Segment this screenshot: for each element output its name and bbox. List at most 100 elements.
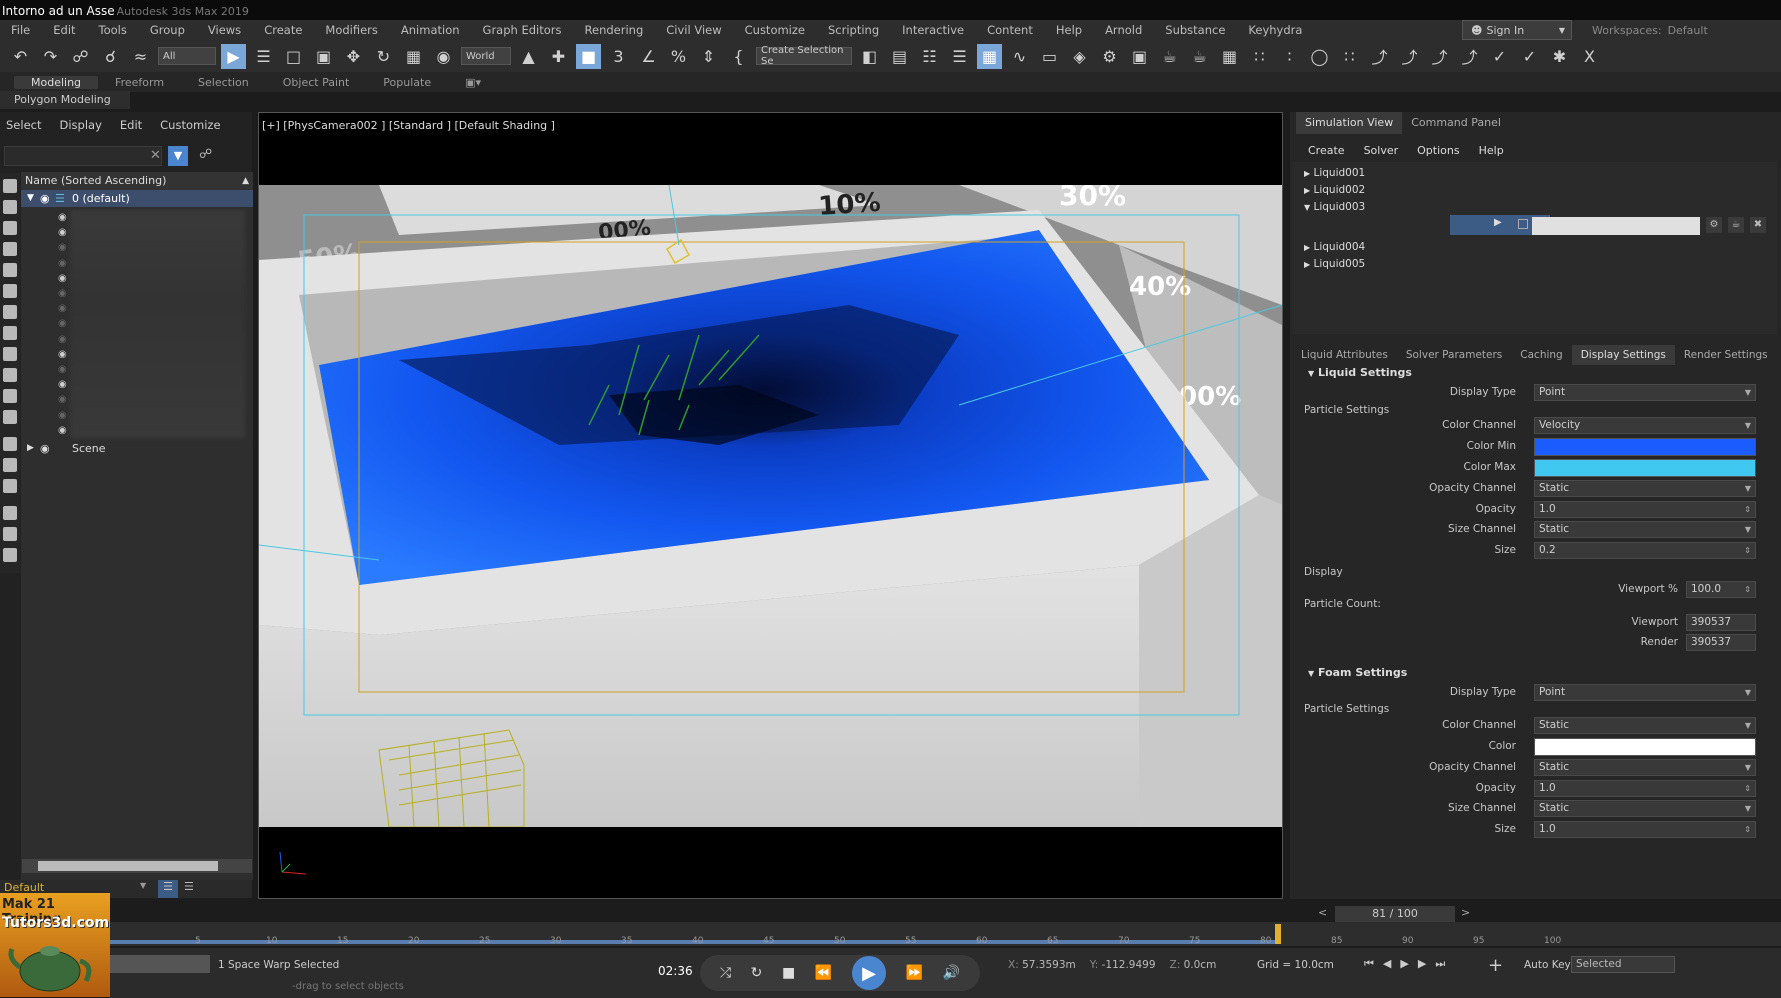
link-icon[interactable]: ☍ [68, 44, 93, 69]
layer-explorer-icon[interactable]: ☷ [917, 44, 942, 69]
clear-cache-icon[interactable]: ✖ [1750, 217, 1766, 233]
x-coord[interactable]: X: 57.3593m [1008, 959, 1076, 971]
expand-arrow-icon[interactable]: ▶ [1304, 186, 1310, 195]
continue-solve-icon[interactable]: ☕ [1728, 217, 1744, 233]
play-button[interactable]: ▶ [851, 956, 886, 990]
xrefs-filter-icon[interactable] [3, 326, 17, 340]
loop-icon[interactable]: ↻ [751, 965, 763, 981]
filter-icon[interactable]: ▼ [168, 146, 188, 166]
anim-play-icon[interactable]: ▶ [1400, 957, 1408, 971]
align-icon[interactable]: ▤ [887, 44, 912, 69]
containers-filter-icon[interactable] [3, 368, 17, 382]
spinner-snap-icon[interactable]: ⇕ [696, 44, 721, 69]
menu-customize[interactable]: Customize [734, 23, 817, 37]
foam-color-swatch[interactable] [1534, 738, 1756, 756]
sim-menu-help[interactable]: Help [1471, 144, 1515, 157]
visibility-eye-icon[interactable]: ◉ [58, 377, 70, 392]
add-key-icon[interactable]: + [1488, 955, 1503, 976]
rotate-icon[interactable]: ↻ [371, 44, 396, 69]
constraint-icon[interactable]: ✓ [1487, 44, 1512, 69]
viewport-scene[interactable]: 50% 10% 00% 30% 40% 00% [259, 185, 1282, 827]
foam-settings-rollout[interactable]: ▼ Foam Settings [1308, 666, 1407, 679]
z-coord[interactable]: Z: 0.0cm [1170, 959, 1217, 971]
spinner-arrows-icon[interactable]: ⇕ [1744, 781, 1751, 796]
tab-caching[interactable]: Caching [1511, 345, 1571, 365]
scene-explorer-icon[interactable]: ▦ [977, 43, 1002, 69]
tab-populate[interactable]: Populate [366, 76, 448, 89]
collapse-arrow-icon[interactable]: ▼ [1304, 203, 1310, 212]
grid-icon[interactable]: ∷ [1247, 44, 1272, 69]
tab-liquid-attributes[interactable]: Liquid Attributes [1292, 345, 1397, 365]
foam-opacity-spinner[interactable]: 1.0 ⇕ [1534, 780, 1756, 797]
visibility-eye-icon[interactable]: ◉ [58, 392, 70, 407]
liquid-opacity-channel-dropdown[interactable]: Static ▼ [1534, 480, 1756, 497]
polygon-modeling-panel[interactable]: Polygon Modeling [0, 91, 130, 109]
tab-solver-parameters[interactable]: Solver Parameters [1397, 345, 1511, 365]
visibility-eye-icon[interactable]: ◉ [40, 440, 50, 457]
angle-snap-icon[interactable]: ∠ [636, 44, 661, 69]
spinner-arrows-icon[interactable]: ⇕ [1744, 822, 1751, 837]
rendered-frame-window-icon[interactable]: ▣ [1127, 44, 1152, 69]
visibility-eye-icon[interactable]: ◉ [58, 240, 70, 255]
snaps-toggle-icon[interactable]: 3 [606, 44, 631, 69]
scrollbar-thumb[interactable] [38, 861, 218, 871]
circle-select-icon[interactable]: ◯ [1307, 44, 1332, 69]
se-menu-select[interactable]: Select [6, 118, 41, 136]
redo-icon[interactable]: ↷ [38, 44, 63, 69]
tab-display-settings[interactable]: Display Settings [1571, 345, 1675, 365]
tree-item-liquid003[interactable]: ▼ Liquid003 [1304, 199, 1365, 215]
expand-arrow-icon[interactable]: ▼ [27, 190, 34, 207]
layers-sort-icon[interactable]: ☰ [158, 880, 178, 898]
percent-snap-icon[interactable]: % [666, 44, 691, 69]
se-menu-display[interactable]: Display [59, 118, 101, 136]
select-manipulate-icon[interactable]: ✚ [546, 44, 571, 69]
tab-freeform[interactable]: Freeform [98, 76, 181, 89]
workspaces-selector[interactable]: Workspaces: Default [1592, 20, 1762, 40]
rectangle-selection-icon[interactable]: □ [281, 44, 306, 69]
select-by-name-icon[interactable]: ☰ [251, 44, 276, 69]
display-none-icon[interactable] [3, 458, 17, 472]
visibility-eye-icon[interactable]: ◉ [58, 347, 70, 362]
invert-display-icon[interactable] [3, 479, 17, 493]
schematic-view-icon[interactable]: ▭ [1037, 44, 1062, 69]
prev-frame-button[interactable]: < [1318, 906, 1327, 919]
menu-help[interactable]: Help [1045, 23, 1094, 37]
menu-tools[interactable]: Tools [88, 23, 139, 37]
groups-filter-icon[interactable] [3, 305, 17, 319]
auto-key-button[interactable]: Auto Key [1524, 959, 1571, 971]
undo-icon[interactable]: ↶ [8, 44, 33, 69]
bone-tool-icon[interactable]: ⤴ [1367, 44, 1392, 69]
tree-item-liquid001[interactable]: ▶ Liquid001 [1304, 165, 1365, 181]
tab-selection[interactable]: Selection [181, 76, 266, 89]
sign-in-button[interactable]: ☻ Sign In ▼ [1462, 20, 1572, 40]
geometry-filter-icon[interactable] [3, 179, 17, 193]
layer-icon[interactable] [3, 548, 17, 562]
visibility-eye-icon[interactable]: ◉ [58, 316, 70, 331]
rewind-icon[interactable]: ⏪ [815, 965, 832, 981]
unlink-icon[interactable]: ☌ [98, 44, 123, 69]
edit-named-selection-icon[interactable]: { [726, 44, 751, 69]
y-coord[interactable]: Y: -112.9499 [1090, 959, 1156, 971]
hidden-filter-icon[interactable] [3, 410, 17, 424]
goto-start-icon[interactable]: ⏮ [1364, 957, 1374, 971]
xp-icon[interactable]: X [1577, 44, 1602, 69]
expand-arrow-icon[interactable]: ▶ [27, 440, 34, 457]
key-mode-dropdown[interactable]: Selected [1571, 956, 1675, 973]
menu-graph-editors[interactable]: Graph Editors [472, 23, 574, 37]
menu-scripting[interactable]: Scripting [817, 23, 891, 37]
visibility-eye-icon[interactable]: ◉ [58, 423, 70, 438]
tree-row-scene[interactable]: ▶ ◉ Scene [21, 440, 253, 457]
foam-display-type-dropdown[interactable]: Point ▼ [1534, 684, 1756, 701]
menu-content[interactable]: Content [976, 23, 1045, 37]
goto-end-icon[interactable]: ⏭ [1435, 957, 1445, 971]
cameras-filter-icon[interactable] [3, 242, 17, 256]
ribbon-options-icon[interactable]: ▣▾ [448, 76, 498, 89]
menu-edit[interactable]: Edit [42, 23, 87, 37]
color-max-swatch[interactable] [1534, 459, 1756, 477]
filter-selection-icon[interactable] [3, 527, 17, 541]
menu-arnold[interactable]: Arnold [1094, 23, 1154, 37]
helper-icon[interactable]: ✱ [1547, 44, 1572, 69]
expand-arrow-icon[interactable]: ▶ [1304, 260, 1310, 269]
menu-keyhydra[interactable]: Keyhydra [1237, 23, 1314, 37]
visibility-eye-icon[interactable]: ◉ [58, 286, 70, 301]
